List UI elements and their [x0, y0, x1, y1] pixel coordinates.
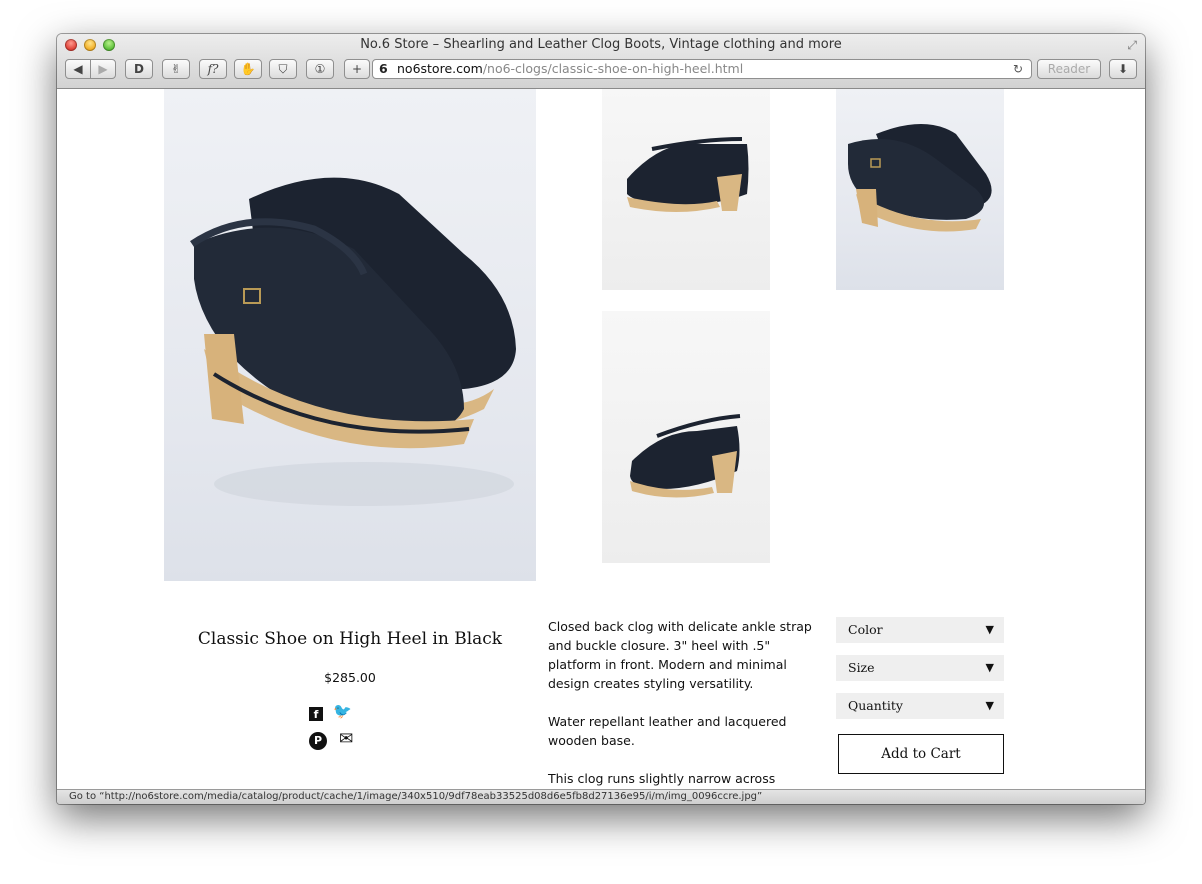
- url-path: /no6-clogs/classic-shoe-on-high-heel.htm…: [482, 61, 744, 76]
- product-title: Classic Shoe on High Heel in Black: [197, 629, 503, 649]
- pinterest-share-icon[interactable]: P: [309, 732, 327, 750]
- thumbnail-side-view[interactable]: [602, 89, 770, 290]
- peace-extension-icon[interactable]: ✌: [162, 59, 190, 79]
- url-text: no6store.com/no6-clogs/classic-shoe-on-h…: [397, 60, 743, 78]
- description-paragraph: Closed back clog with delicate ankle str…: [548, 619, 812, 691]
- description-paragraph: Water repellant leather and lacquered wo…: [548, 714, 787, 748]
- add-bookmark-button[interactable]: +: [344, 59, 370, 79]
- size-select[interactable]: Size ▼: [836, 655, 1004, 681]
- quantity-select-label: Quantity: [848, 698, 903, 713]
- status-bar: Go to “http://no6store.com/media/catalog…: [57, 789, 1145, 804]
- pocket-icon[interactable]: ⛉: [269, 59, 297, 79]
- add-to-cart-button[interactable]: Add to Cart: [838, 734, 1004, 774]
- color-select[interactable]: Color ▼: [836, 617, 1004, 643]
- browser-window: No.6 Store – Shearling and Leather Clog …: [57, 34, 1145, 804]
- color-select-label: Color: [848, 622, 883, 637]
- url-domain: no6store.com: [397, 61, 483, 76]
- adblock-hand-icon[interactable]: ✋: [234, 59, 262, 79]
- address-bar[interactable]: 6 no6store.com/no6-clogs/classic-shoe-on…: [372, 59, 1032, 79]
- dropdown-arrow-icon: ▼: [985, 699, 994, 712]
- main-product-image[interactable]: [164, 89, 536, 581]
- title-bar: No.6 Store – Shearling and Leather Clog …: [57, 34, 1145, 89]
- quantity-select[interactable]: Quantity ▼: [836, 693, 1004, 719]
- thumbnail-pair-view[interactable]: [836, 89, 1004, 290]
- fullscreen-icon[interactable]: ⤢: [1127, 38, 1137, 53]
- reader-button[interactable]: Reader: [1037, 59, 1101, 79]
- product-price: $285.00: [324, 670, 376, 685]
- description-paragraph: This clog runs slightly narrow across: [548, 771, 776, 786]
- email-share-icon[interactable]: ✉: [339, 729, 353, 749]
- reload-icon[interactable]: ↻: [1013, 60, 1023, 78]
- product-description: Closed back clog with delicate ankle str…: [548, 617, 818, 789]
- facebook-share-icon[interactable]: f: [309, 707, 323, 721]
- dropdown-arrow-icon: ▼: [985, 623, 994, 636]
- password-manager-icon[interactable]: ①: [306, 59, 334, 79]
- font-extension-icon[interactable]: f?: [199, 59, 227, 79]
- thumbnail-front-view[interactable]: [602, 311, 770, 563]
- site-favicon: 6: [379, 61, 388, 76]
- back-button[interactable]: ◀: [65, 59, 91, 79]
- size-select-label: Size: [848, 660, 875, 675]
- page-content: Classic Shoe on High Heel in Black $285.…: [57, 89, 1145, 789]
- window-title: No.6 Store – Shearling and Leather Clog …: [360, 37, 842, 52]
- readability-extension-icon[interactable]: D: [125, 59, 153, 79]
- downloads-icon[interactable]: ⬇: [1109, 59, 1137, 79]
- forward-button[interactable]: ▶: [90, 59, 116, 79]
- dropdown-arrow-icon: ▼: [985, 661, 994, 674]
- twitter-share-icon[interactable]: 🐦: [333, 702, 352, 720]
